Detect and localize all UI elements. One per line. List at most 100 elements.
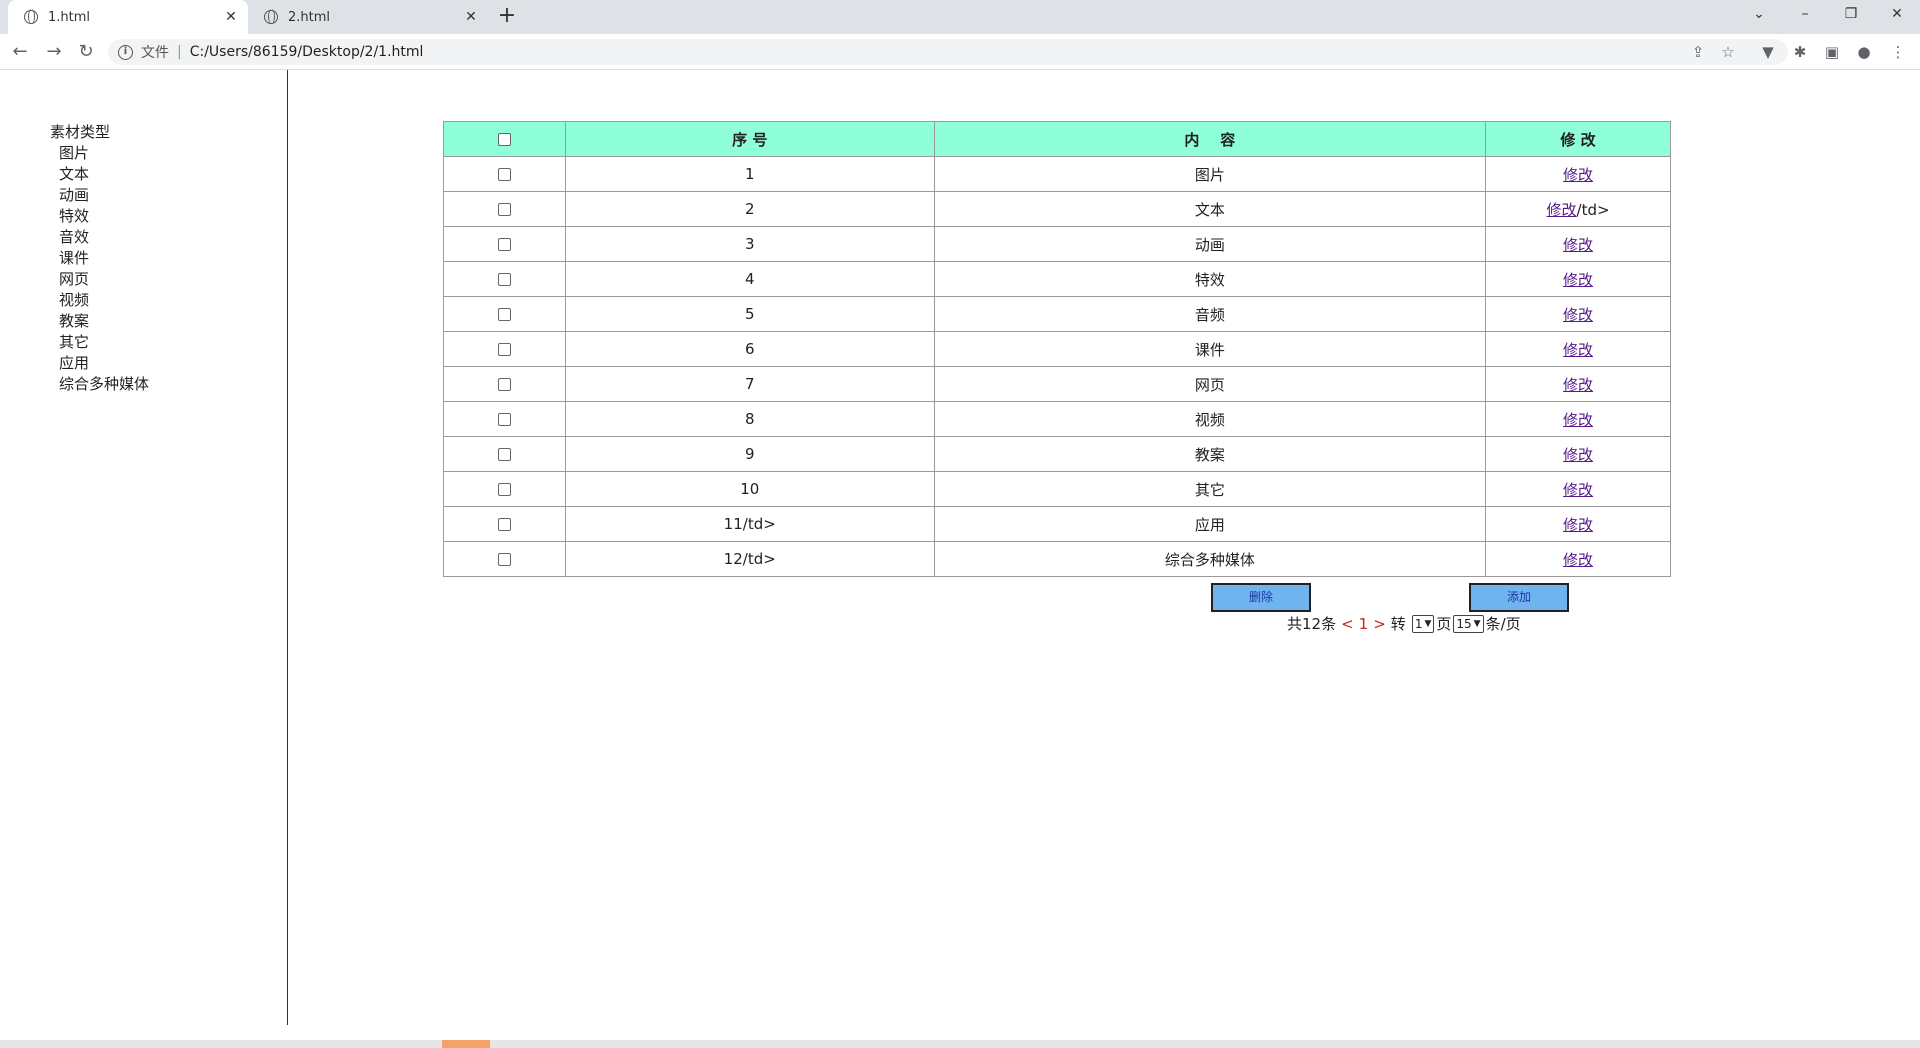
category-item[interactable]: 特效 (59, 206, 149, 227)
close-window-icon[interactable]: ✕ (1874, 0, 1920, 30)
table-row: 8 视频 修改 (443, 401, 1671, 437)
row-checkbox[interactable] (497, 518, 511, 531)
row-select-cell (443, 436, 566, 472)
bottom-marker (442, 1040, 490, 1048)
row-content: 教案 (933, 436, 1487, 472)
table-row: 11/td> 应用 修改 (443, 506, 1671, 542)
profile-avatar-icon[interactable]: ● (1854, 42, 1874, 62)
add-button[interactable]: 添加 (1469, 583, 1569, 612)
row-id: 8 (564, 401, 935, 437)
material-table: 序 号 内 容 修 改 1 图片 修改 2 文本 修改/td> 3 动画 修改 4 特效 修改 5 音频修… (443, 121, 1671, 577)
edit-link[interactable]: 修改 (1563, 271, 1593, 289)
category-item[interactable]: 图片 (59, 143, 149, 164)
edit-suffix: /td> (1576, 200, 1610, 219)
tab-title: 2.html (288, 9, 331, 25)
row-edit-cell: 修改 (1485, 436, 1671, 472)
edit-link[interactable]: 修改 (1563, 411, 1593, 429)
row-checkbox[interactable] (497, 203, 511, 216)
edit-link[interactable]: 修改 (1563, 376, 1593, 394)
tab-1[interactable]: 1.html ✕ (8, 0, 248, 34)
row-select-cell (443, 226, 566, 262)
category-item[interactable]: 文本 (59, 164, 149, 185)
address-url: C:/Users/86159/Desktop/2/1.html (189, 44, 424, 60)
row-edit-cell: 修改 (1485, 541, 1671, 577)
address-bar[interactable]: i 文件 | C:/Users/86159/Desktop/2/1.html (108, 39, 1788, 65)
total-count: 共12条 (1287, 615, 1337, 633)
row-checkbox[interactable] (497, 378, 511, 391)
row-id: 4 (564, 261, 935, 297)
info-icon[interactable]: i (118, 44, 133, 60)
row-checkbox[interactable] (497, 483, 511, 496)
globe-icon (264, 9, 278, 24)
delete-button[interactable]: 删除 (1211, 583, 1311, 612)
category-item[interactable]: 课件 (59, 248, 149, 269)
row-select-cell (443, 261, 566, 297)
edit-link[interactable]: 修改 (1563, 516, 1593, 534)
category-item[interactable]: 教案 (59, 311, 149, 332)
next-page-link[interactable]: > (1373, 613, 1386, 635)
row-content: 视频 (933, 401, 1487, 437)
bookmark-star-icon[interactable]: ☆ (1718, 42, 1738, 62)
close-tab-icon[interactable]: ✕ (462, 9, 480, 25)
table-row: 3 动画 修改 (443, 226, 1671, 262)
current-page[interactable]: 1 (1359, 613, 1369, 635)
table-row: 5 音频 修改 (443, 296, 1671, 332)
page-select[interactable]: 1 ▼ (1411, 615, 1435, 633)
row-checkbox[interactable] (497, 448, 511, 461)
edit-link[interactable]: 修改 (1563, 341, 1593, 359)
browser-toolbar: ← → ↻ i 文件 | C:/Users/86159/Desktop/2/1.… (0, 34, 1920, 70)
row-edit-cell: 修改 (1485, 156, 1671, 192)
select-all-checkbox[interactable] (497, 133, 511, 146)
table-row: 7 网页 修改 (443, 366, 1671, 402)
category-item[interactable]: 应用 (59, 353, 149, 374)
restore-icon[interactable]: ❐ (1828, 0, 1874, 30)
tab-search-icon[interactable]: ⌄ (1736, 0, 1782, 30)
chevron-down-icon: ▼ (1473, 619, 1481, 629)
globe-icon (24, 9, 38, 24)
close-tab-icon[interactable]: ✕ (222, 9, 240, 25)
row-select-cell (443, 156, 566, 192)
table-row: 9 教案 修改 (443, 436, 1671, 472)
address-scheme: 文件 (141, 45, 169, 61)
edit-link[interactable]: 修改 (1563, 551, 1593, 569)
share-icon[interactable]: ⇪ (1688, 42, 1708, 62)
menu-kebab-icon[interactable]: ⋮ (1888, 42, 1908, 62)
page-select-value: 1 (1414, 617, 1423, 631)
row-checkbox[interactable] (497, 413, 511, 426)
row-id: 10 (564, 471, 935, 507)
prev-page-link[interactable]: < (1341, 613, 1354, 635)
page-size-select[interactable]: 15 ▼ (1453, 615, 1484, 633)
reload-icon[interactable]: ↻ (74, 40, 98, 64)
row-edit-cell: 修改 (1485, 331, 1671, 367)
tab-bar: 1.html ✕ 2.html ✕ + ⌄ – ❐ ✕ (0, 0, 1920, 34)
tab-2[interactable]: 2.html ✕ (248, 0, 488, 34)
row-checkbox[interactable] (497, 343, 511, 356)
edit-link[interactable]: 修改 (1563, 166, 1593, 184)
row-checkbox[interactable] (497, 168, 511, 181)
edit-link[interactable]: 修改 (1563, 236, 1593, 254)
row-checkbox[interactable] (497, 273, 511, 286)
row-checkbox[interactable] (497, 553, 511, 566)
category-item[interactable]: 综合多种媒体 (59, 374, 149, 395)
row-checkbox[interactable] (497, 308, 511, 321)
new-tab-button[interactable]: + (494, 4, 520, 30)
edit-link[interactable]: 修改 (1563, 446, 1593, 464)
edit-link[interactable]: 修改 (1563, 481, 1593, 499)
row-checkbox[interactable] (497, 238, 511, 251)
header-id: 序 号 (564, 121, 935, 157)
category-item[interactable]: 动画 (59, 185, 149, 206)
back-icon[interactable]: ← (8, 40, 32, 64)
address-separator: | (177, 44, 182, 60)
edit-link[interactable]: 修改 (1563, 306, 1593, 324)
extension-v-icon[interactable]: ▼ (1758, 42, 1778, 62)
forward-icon[interactable]: → (42, 40, 66, 64)
row-id: 7 (564, 366, 935, 402)
category-item[interactable]: 视频 (59, 290, 149, 311)
category-item[interactable]: 音效 (59, 227, 149, 248)
side-panel-icon[interactable]: ▣ (1822, 42, 1842, 62)
minimize-icon[interactable]: – (1782, 0, 1828, 30)
category-item[interactable]: 网页 (59, 269, 149, 290)
extensions-puzzle-icon[interactable]: ✱ (1790, 42, 1810, 62)
category-item[interactable]: 其它 (59, 332, 149, 353)
edit-link[interactable]: 修改 (1547, 201, 1577, 219)
